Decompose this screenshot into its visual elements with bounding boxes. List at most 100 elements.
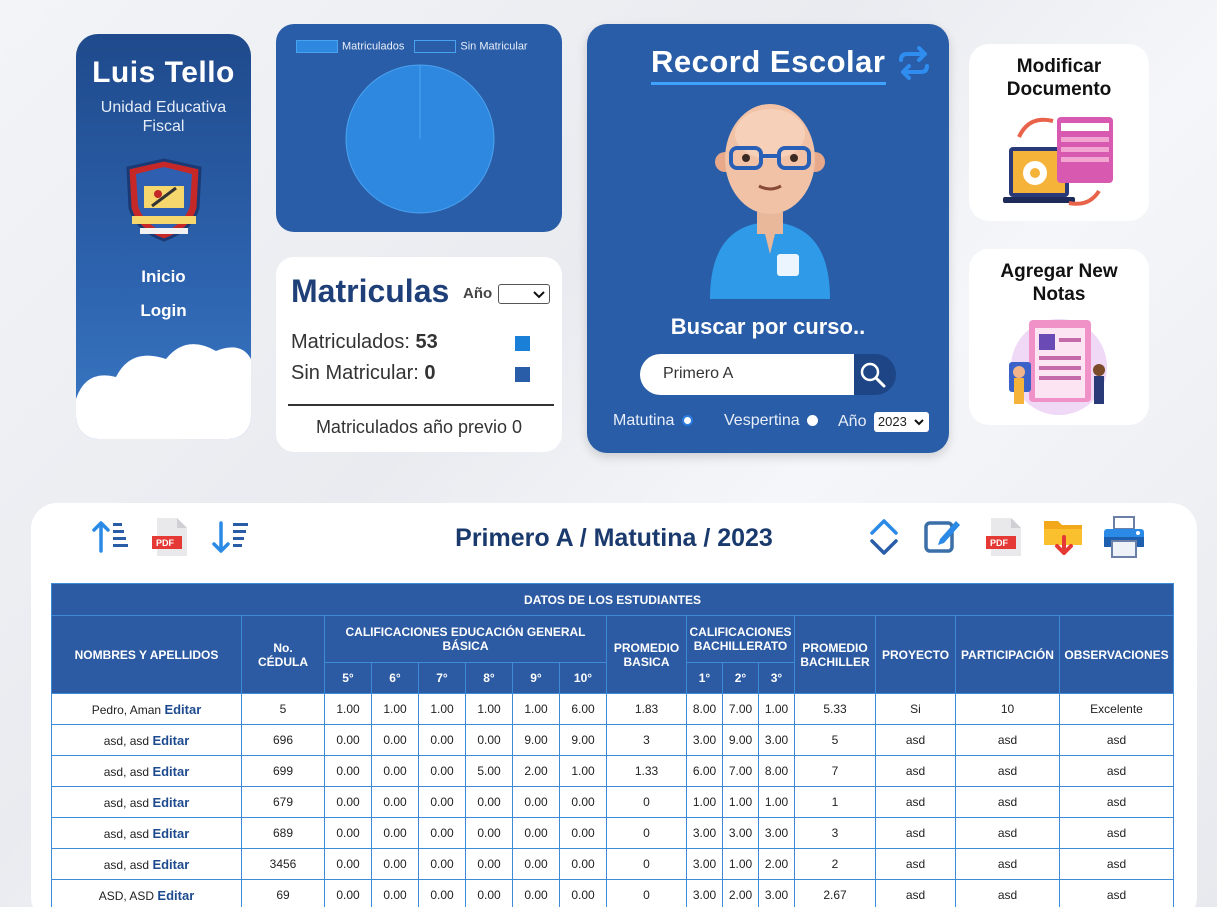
observations-cell: asd — [1059, 848, 1174, 880]
bach-grade-cell: 1.00 — [686, 786, 723, 818]
matriculas-year-select[interactable] — [498, 284, 550, 304]
pdf-download-icon[interactable]: PDF — [985, 516, 1025, 556]
basic-grade-cell: 1.00 — [324, 693, 372, 725]
basic-grade-cell: 9.00 — [512, 724, 560, 756]
shift-vespertina-option[interactable]: Vespertina — [724, 412, 819, 430]
avg-bach-cell: 5 — [794, 724, 876, 756]
add-notes-title: Agregar New Notas — [1000, 261, 1118, 305]
observations-cell: asd — [1059, 786, 1174, 818]
table-row: ASD, ASD Editar 69 0.00 0.00 0.00 0.00 0.00 0.0… — [51, 879, 1174, 907]
add-notes-card[interactable]: Agregar New Notas — [969, 249, 1149, 425]
basic-grade-cell: 1.00 — [465, 693, 513, 725]
student-avatar — [710, 104, 830, 299]
edit-link[interactable]: Editar — [157, 888, 194, 903]
nav-inicio[interactable]: Inicio — [76, 267, 251, 287]
avg-basic-cell: 1.83 — [606, 693, 687, 725]
matriculas-title: Matriculas — [291, 273, 450, 309]
pdf-file-icon — [986, 518, 1021, 556]
legend-swatch-matriculados — [296, 40, 338, 53]
basic-grade-cell: 0.00 — [512, 848, 560, 880]
table-row: asd, asd Editar 696 0.00 0.00 0.00 0.00 9.00 9.… — [51, 724, 1174, 756]
basic-grade-cell: 0.00 — [559, 879, 607, 907]
search-icon — [860, 362, 886, 388]
shift-matutina-radio[interactable] — [681, 415, 693, 427]
table-row: asd, asd Editar 679 0.00 0.00 0.00 0.00 0.00 0.… — [51, 786, 1174, 818]
bach-grade-cell: 6.00 — [686, 755, 723, 787]
basic-grade-cell: 0.00 — [559, 786, 607, 818]
observations-cell: asd — [1059, 755, 1174, 787]
record-title-underline — [651, 82, 886, 85]
bach-grade-cell: 8.00 — [758, 755, 795, 787]
pie-legend: Matriculados Sin Matricular — [296, 40, 528, 53]
edit-icon[interactable] — [922, 515, 962, 555]
edit-link[interactable]: Editar — [152, 764, 189, 779]
sidebar: Luis Tello Unidad Educativa Fiscal Inici… — [76, 34, 251, 439]
basic-grade-cell: 0.00 — [371, 879, 419, 907]
bach-grade-cell: 3.00 — [758, 724, 795, 756]
edit-link[interactable]: Editar — [164, 702, 201, 717]
modify-document-card[interactable]: Modificar Documento — [969, 44, 1149, 221]
col-grade-7: 7° — [418, 662, 466, 694]
project-cell: asd — [875, 848, 956, 880]
student-name: Pedro, Aman — [91, 702, 162, 717]
course-search-input[interactable]: Primero A — [640, 354, 855, 395]
avg-basic-cell: 3 — [606, 724, 687, 756]
participation-cell: asd — [955, 786, 1060, 818]
observations-cell: asd — [1059, 724, 1174, 756]
observations-cell: Excelente — [1059, 693, 1174, 725]
expand-collapse-icon[interactable] — [864, 517, 904, 557]
avg-bach-cell: 1 — [794, 786, 876, 818]
basic-grade-cell: 0.00 — [324, 879, 372, 907]
bach-grade-cell: 1.00 — [758, 786, 795, 818]
chevron-down-icon — [533, 291, 545, 299]
basic-grade-cell: 0.00 — [465, 848, 513, 880]
swap-arrows-icon[interactable] — [897, 46, 931, 80]
modify-document-title: Modificar Documento — [1006, 56, 1112, 100]
record-escolar-card: Record Escolar Buscar por curso.. Primer… — [587, 24, 949, 453]
basic-grade-cell: 2.00 — [512, 755, 560, 787]
edit-link[interactable]: Editar — [152, 733, 189, 748]
project-cell: Si — [875, 693, 956, 725]
student-name: asd, asd — [103, 826, 150, 841]
school-type: Unidad Educativa Fiscal — [100, 99, 227, 135]
basic-grade-cell: 0.00 — [371, 755, 419, 787]
shift-vespertina-radio[interactable] — [807, 415, 819, 427]
col-grade-9: 9° — [512, 662, 560, 694]
print-icon[interactable] — [1102, 515, 1146, 559]
legend-matriculados: Matriculados — [342, 40, 405, 53]
bach-grade-cell: 2.00 — [758, 848, 795, 880]
nav-login[interactable]: Login — [76, 301, 251, 321]
basic-grade-cell: 0.00 — [465, 786, 513, 818]
edit-link[interactable]: Editar — [152, 857, 189, 872]
matriculados-label: Matriculados: — [291, 331, 410, 353]
edit-link[interactable]: Editar — [152, 826, 189, 841]
shift-matutina-option[interactable]: Matutina — [613, 412, 693, 430]
search-by-course-label: Buscar por curso.. — [670, 314, 866, 339]
basic-grade-cell: 1.00 — [418, 693, 466, 725]
pie-chart — [345, 64, 495, 214]
student-name-cell: Pedro, Aman Editar — [51, 693, 242, 725]
basic-grade-cell: 0.00 — [465, 724, 513, 756]
col-basic-group: CALIFICACIONES EDUCACIÓN GENERAL BÁSICA — [324, 615, 607, 663]
bach-grade-cell: 3.00 — [686, 724, 723, 756]
folder-download-icon[interactable] — [1042, 515, 1086, 559]
basic-grade-cell: 0.00 — [512, 879, 560, 907]
student-name: ASD, ASD — [98, 888, 155, 903]
record-year-select[interactable]: 2023 — [873, 412, 929, 432]
search-button[interactable] — [854, 354, 896, 395]
matriculados-previous: Matriculados año previo 0 — [315, 417, 523, 437]
participation-cell: 10 — [955, 693, 1060, 725]
enrollment-pie-card: Matriculados Sin Matricular — [276, 24, 562, 232]
cedula-cell: 689 — [241, 817, 325, 849]
table-body: Pedro, Aman Editar 5 1.00 1.00 1.00 1.00 1.00 6… — [51, 693, 1174, 907]
avg-basic-cell: 0 — [606, 879, 687, 907]
table-row: Pedro, Aman Editar 5 1.00 1.00 1.00 1.00 1.00 6… — [51, 693, 1174, 725]
avg-basic-cell: 0 — [606, 786, 687, 818]
basic-grade-cell: 0.00 — [324, 817, 372, 849]
col-grade-5: 5° — [324, 662, 372, 694]
basic-grade-cell: 0.00 — [418, 786, 466, 818]
basic-grade-cell: 0.00 — [465, 879, 513, 907]
pdf-download-label: PDF — [990, 538, 1008, 548]
edit-link[interactable]: Editar — [152, 795, 189, 810]
project-cell: asd — [875, 817, 956, 849]
